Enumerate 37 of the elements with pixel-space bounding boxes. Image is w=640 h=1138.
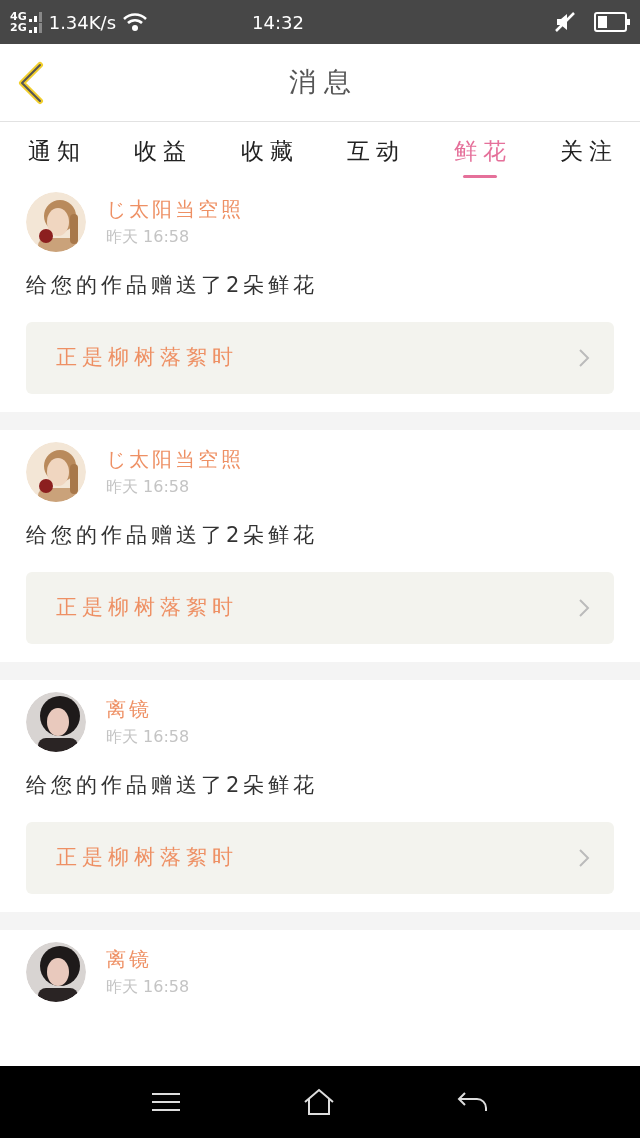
tab[interactable]: 收藏 bbox=[234, 122, 299, 180]
signal-icon bbox=[28, 11, 43, 33]
page-title: 消息 bbox=[288, 65, 359, 100]
home-icon[interactable] bbox=[303, 1088, 335, 1116]
tab[interactable]: 关注 bbox=[553, 122, 618, 180]
message-time: 昨天 16:58 bbox=[106, 726, 190, 748]
work-link[interactable]: 正是柳树落絮时 bbox=[26, 822, 614, 894]
back-icon bbox=[16, 60, 46, 105]
chevron-right-icon bbox=[578, 348, 590, 368]
user-name[interactable]: じ太阳当空照 bbox=[106, 194, 244, 224]
user-name[interactable]: 离镜 bbox=[106, 694, 190, 724]
message-time: 昨天 16:58 bbox=[106, 226, 191, 248]
mute-icon bbox=[554, 11, 576, 33]
work-link[interactable]: 正是柳树落絮时 bbox=[26, 572, 614, 644]
wifi-icon bbox=[122, 12, 148, 32]
message-time: 昨天 16:58 bbox=[106, 976, 190, 998]
message-time: 昨天 16:58 bbox=[106, 476, 191, 498]
network-speed: 1.34K/s bbox=[48, 10, 116, 35]
user-name[interactable]: じ太阳当空照 bbox=[106, 444, 244, 474]
network-label: 4G bbox=[10, 11, 27, 22]
network-label: 2G bbox=[10, 22, 27, 33]
tab[interactable]: 互动 bbox=[341, 122, 406, 180]
clock: 14:32 bbox=[252, 10, 304, 35]
back-arrow-icon[interactable] bbox=[457, 1091, 489, 1113]
message-text: 给您的作品赠送了2朵鲜花 bbox=[26, 272, 320, 299]
tab[interactable]: 收益 bbox=[128, 122, 193, 180]
tab-indicator bbox=[462, 175, 497, 178]
menu-icon[interactable] bbox=[151, 1092, 181, 1112]
tab[interactable]: 通知 bbox=[22, 122, 86, 180]
chevron-right-icon bbox=[578, 848, 590, 868]
chevron-right-icon bbox=[578, 598, 590, 618]
message-text: 给您的作品赠送了2朵鲜花 bbox=[26, 522, 320, 549]
tab[interactable]: 鲜花 bbox=[447, 122, 512, 180]
battery-icon bbox=[594, 12, 630, 32]
work-link[interactable]: 正是柳树落絮时 bbox=[26, 322, 614, 394]
message-text: 给您的作品赠送了2朵鲜花 bbox=[26, 772, 320, 799]
user-name[interactable]: 离镜 bbox=[106, 944, 190, 974]
